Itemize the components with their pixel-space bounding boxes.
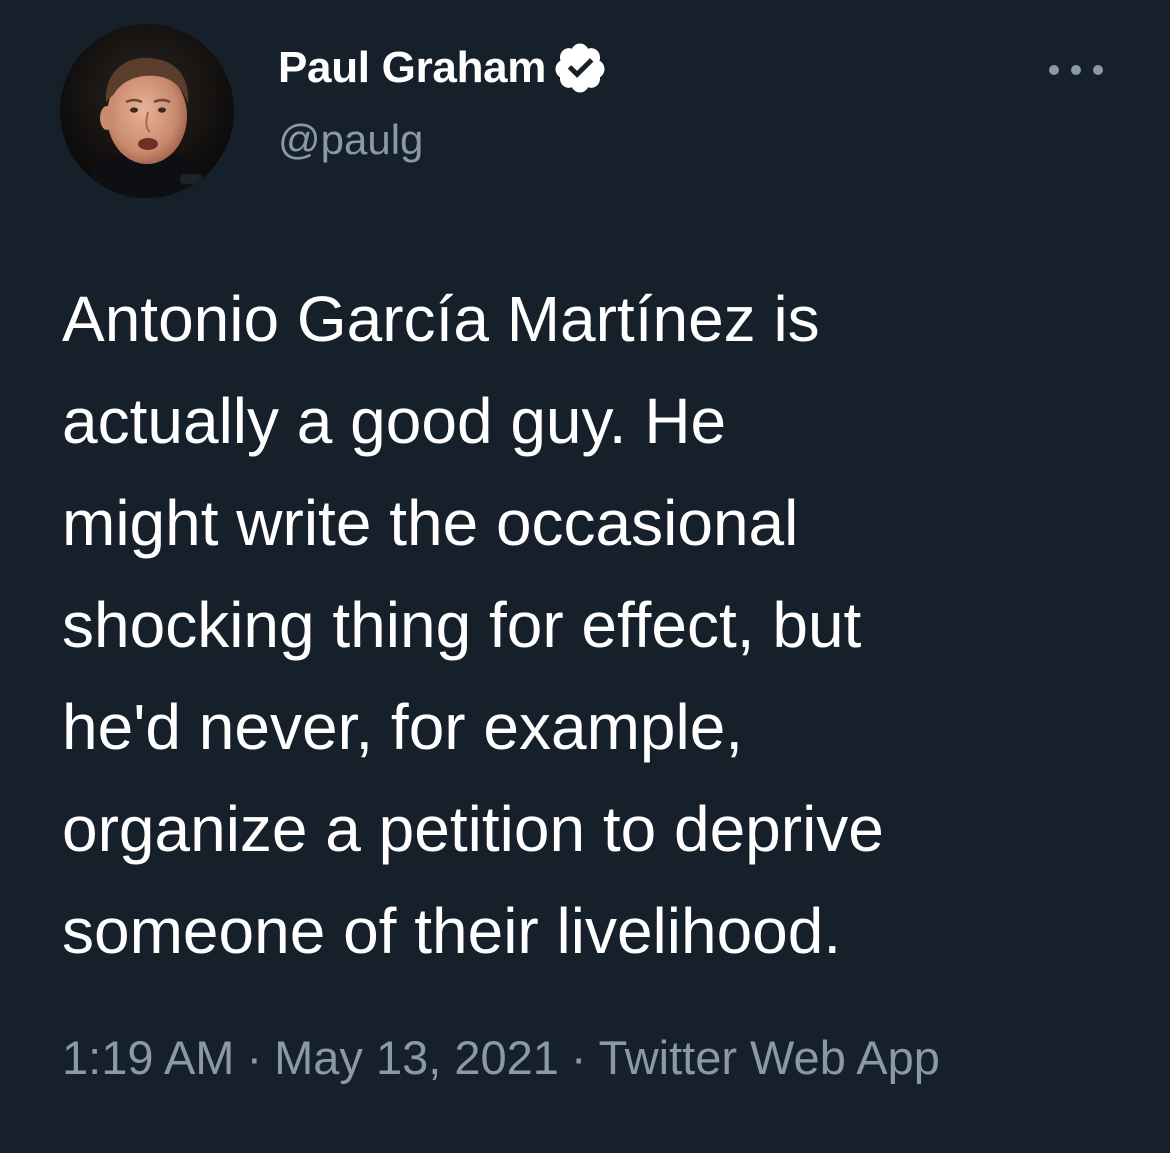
tweet-text-line: might write the occasional bbox=[62, 487, 799, 559]
meta-separator: · bbox=[570, 1031, 587, 1084]
tweet-text-line: actually a good guy. He bbox=[62, 385, 727, 457]
tweet-date[interactable]: May 13, 2021 bbox=[274, 1031, 559, 1084]
meta-separator: · bbox=[246, 1031, 263, 1084]
profile-photo bbox=[60, 24, 234, 198]
author-avatar[interactable] bbox=[60, 24, 234, 198]
more-options-icon[interactable] bbox=[1044, 56, 1108, 84]
author-name-row: Paul Graham bbox=[278, 40, 608, 96]
tweet-text: Antonio García Martínez is actually a go… bbox=[62, 268, 1132, 982]
tweet-time[interactable]: 1:19 AM bbox=[62, 1031, 234, 1084]
tweet-text-line: he'd never, for example, bbox=[62, 691, 744, 763]
tweet-text-line: someone of their livelihood. bbox=[62, 895, 842, 967]
author-handle[interactable]: @paulg bbox=[278, 116, 423, 164]
tweet-card: Paul Graham @paulg Antonio García Martín… bbox=[0, 0, 1170, 1153]
author-display-name[interactable]: Paul Graham bbox=[278, 43, 546, 93]
tweet-metadata: 1:19 AM · May 13, 2021 · Twitter Web App bbox=[62, 1030, 940, 1085]
verified-badge-icon bbox=[552, 40, 608, 96]
tweet-text-line: organize a petition to deprive bbox=[62, 793, 884, 865]
tweet-text-line: shocking thing for effect, but bbox=[62, 589, 862, 661]
tweet-text-line: Antonio García Martínez is bbox=[62, 283, 820, 355]
tweet-source[interactable]: Twitter Web App bbox=[599, 1031, 940, 1084]
